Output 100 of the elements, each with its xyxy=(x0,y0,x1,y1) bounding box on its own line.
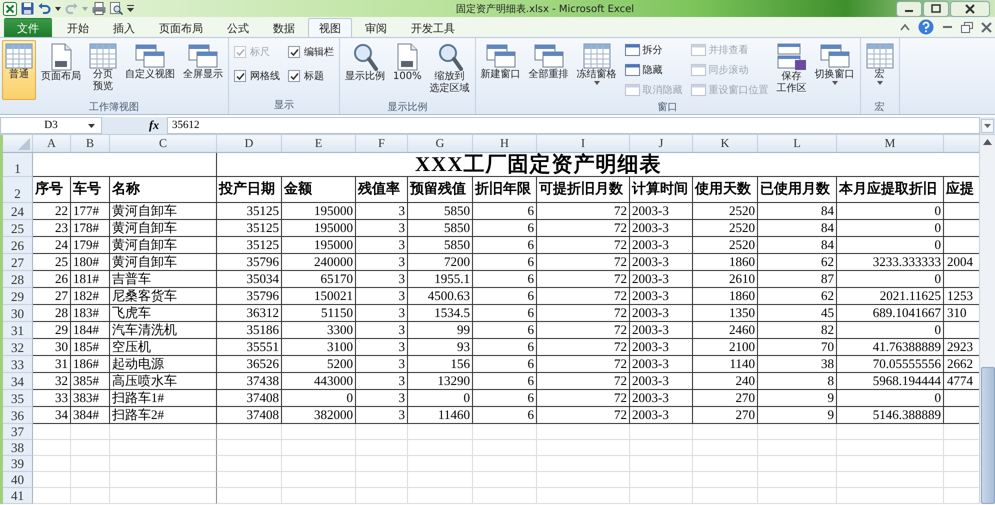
print-preview-icon[interactable] xyxy=(110,2,123,15)
column-header[interactable]: C xyxy=(110,135,217,152)
row-header[interactable]: 35 xyxy=(3,390,33,407)
row-header[interactable]: 30 xyxy=(3,305,33,322)
ribbon-tab[interactable]: 开发工具 xyxy=(400,18,466,37)
row-header[interactable]: 27 xyxy=(3,254,33,271)
table-cell: 382000 xyxy=(282,407,356,424)
minimize-icon[interactable] xyxy=(942,23,953,31)
customize-caret-icon[interactable] xyxy=(127,5,134,12)
table-cell: 26 xyxy=(33,271,71,288)
row-header[interactable]: 28 xyxy=(3,271,33,288)
collapse-ribbon-icon[interactable] xyxy=(900,23,910,31)
row-header[interactable]: 34 xyxy=(3,373,33,390)
ribbon-button[interactable]: 切换窗口 xyxy=(812,40,858,100)
ribbon-tab[interactable]: 公式 xyxy=(216,18,260,37)
row-header[interactable]: 24 xyxy=(3,203,33,220)
insert-function-button[interactable]: fx xyxy=(141,118,167,133)
row-header[interactable]: 29 xyxy=(3,288,33,305)
close-icon[interactable] xyxy=(950,0,990,16)
close-icon[interactable] xyxy=(981,22,992,32)
ribbon-button[interactable]: 页面布局 xyxy=(38,40,84,100)
row-header[interactable]: 39 xyxy=(3,456,33,472)
minimize-icon[interactable] xyxy=(896,0,922,16)
row-header[interactable]: 37 xyxy=(3,424,33,440)
row-header[interactable]: 1 xyxy=(3,153,33,177)
column-header[interactable]: F xyxy=(356,135,408,152)
help-icon[interactable] xyxy=(918,19,934,35)
group-label: 工作簿视图 xyxy=(88,100,140,115)
row-header[interactable]: 33 xyxy=(3,356,33,373)
save-icon[interactable] xyxy=(21,2,34,15)
ribbon-button[interactable]: 宏 xyxy=(862,40,897,100)
ribbon-tab[interactable]: 文件 xyxy=(4,18,52,37)
column-header[interactable]: D xyxy=(217,135,282,152)
ribbon-button[interactable]: 全屏显示 xyxy=(180,40,226,100)
ribbon-button[interactable]: 保存 工作区 xyxy=(774,40,810,100)
ribbon-button[interactable]: 普通 xyxy=(2,40,36,100)
row-header[interactable]: 40 xyxy=(3,472,33,488)
table-cell: 6 xyxy=(473,390,537,407)
column-header[interactable]: B xyxy=(71,135,110,152)
ribbon-tab[interactable]: 数据 xyxy=(262,18,306,37)
table-cell: 3 xyxy=(356,322,408,339)
window-icon xyxy=(188,43,218,69)
column-header[interactable]: H xyxy=(473,135,537,152)
ribbon-tab[interactable]: 插入 xyxy=(102,18,146,37)
column-header[interactable]: J xyxy=(630,135,693,152)
scroll-up-arrow-icon[interactable] xyxy=(983,139,992,145)
column-header[interactable]: K xyxy=(693,135,758,152)
ribbon-button[interactable]: 缩放到 选定区域 xyxy=(426,40,473,100)
row-header[interactable]: 38 xyxy=(3,440,33,456)
ribbon-button[interactable]: 自定义视图 xyxy=(122,40,178,100)
maximize-icon[interactable] xyxy=(923,0,949,16)
restore-icon[interactable] xyxy=(961,22,973,32)
table-cell: 35796 xyxy=(217,288,282,305)
undo-icon[interactable] xyxy=(38,2,51,15)
table-cell: 13290 xyxy=(408,373,473,390)
ribbon-button[interactable]: 新建窗口 xyxy=(478,40,524,100)
table-header-cell: 投产日期 xyxy=(217,177,282,203)
caret-icon[interactable] xyxy=(88,124,95,128)
name-box[interactable]: D3 xyxy=(0,117,102,134)
empty-cell xyxy=(408,456,473,472)
ribbon-button[interactable]: 全部重排 xyxy=(526,40,572,100)
formula-field[interactable]: 35612 xyxy=(167,117,980,134)
row-header[interactable]: 31 xyxy=(3,322,33,339)
column-header[interactable]: M xyxy=(837,135,944,152)
column-header[interactable]: G xyxy=(408,135,473,152)
checkbox[interactable] xyxy=(288,46,300,58)
row-header[interactable]: 26 xyxy=(3,237,33,254)
ribbon-button[interactable]: 显示比例 xyxy=(342,40,388,100)
table-cell: 383# xyxy=(71,390,110,407)
column-header[interactable]: L xyxy=(758,135,837,152)
expand-caret-icon[interactable] xyxy=(981,118,994,132)
table-cell: 689.1041667 xyxy=(837,305,944,322)
ribbon-tab[interactable]: 审阅 xyxy=(354,18,398,37)
ribbon-tab[interactable]: 开始 xyxy=(56,18,100,37)
window-title: 固定资产明细表.xlsx - Microsoft Excel xyxy=(454,2,636,16)
row-header[interactable]: 41 xyxy=(3,488,33,504)
column-header[interactable]: A xyxy=(33,135,71,152)
ribbon-tab[interactable]: 视图 xyxy=(308,18,352,37)
table-cell: 29 xyxy=(33,322,71,339)
column-header[interactable]: I xyxy=(537,135,630,152)
empty-cell xyxy=(408,440,473,456)
checkbox[interactable] xyxy=(234,70,246,82)
ribbon-button[interactable]: 100% xyxy=(390,40,425,100)
vertical-scrollbar[interactable] xyxy=(979,135,995,504)
column-header[interactable]: E xyxy=(282,135,356,152)
ribbon-button[interactable]: 分页 预览 xyxy=(86,40,120,100)
row-header[interactable]: 2 xyxy=(3,177,33,203)
table-cell: 183# xyxy=(71,305,110,322)
table-cell: 1350 xyxy=(693,305,758,322)
ribbon-button[interactable]: 冻结窗格 xyxy=(574,40,620,100)
printer-icon[interactable] xyxy=(92,2,106,15)
caret-icon[interactable] xyxy=(55,6,61,10)
ribbon-button[interactable]: 隐藏 xyxy=(624,62,683,78)
ribbon-tab[interactable]: 页面布局 xyxy=(148,18,214,37)
row-header[interactable]: 32 xyxy=(3,339,33,356)
row-header[interactable]: 36 xyxy=(3,407,33,424)
ribbon-button[interactable]: 拆分 xyxy=(624,42,683,58)
row-header[interactable]: 25 xyxy=(3,220,33,237)
table-cell: 35125 xyxy=(217,237,282,254)
checkbox[interactable] xyxy=(288,70,300,82)
